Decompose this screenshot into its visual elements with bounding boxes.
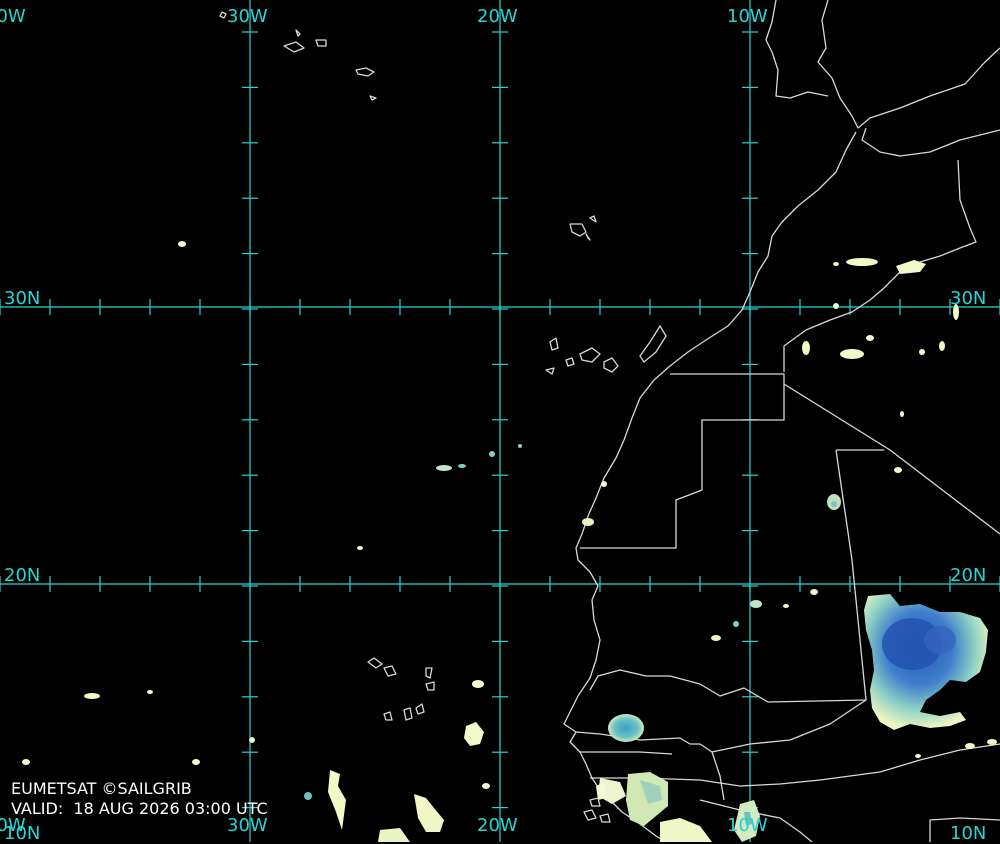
lon-label-20w-bottom: 20W (477, 815, 518, 836)
lon-label-10w-top: 10W (727, 6, 768, 27)
lat-label-30n-right: 30N (950, 288, 987, 309)
cloud-cells (22, 241, 997, 842)
lat-label-10n-left: 10N (4, 823, 41, 844)
lat-label-30n-left: 30N (4, 288, 41, 309)
valid-time-text: VALID: 18 AUG 2026 03:00 UTC (11, 799, 268, 818)
lat-label-20n-left: 20N (4, 565, 41, 586)
satellite-map (0, 0, 1000, 842)
lon-label-20w-top: 20W (477, 6, 518, 27)
lon-label-10w-bottom: 10W (727, 815, 768, 836)
lon-label-30w-top: 30W (227, 6, 268, 27)
lat-label-20n-right: 20N (950, 565, 987, 586)
lon-label-30w-bottom: 30W (227, 815, 268, 836)
lon-label-40w-top: 40W (0, 6, 26, 27)
credit-text: EUMETSAT ©SAILGRIB (11, 779, 192, 798)
graticule (0, 0, 1000, 842)
lat-label-10n-right: 10N (950, 823, 987, 844)
